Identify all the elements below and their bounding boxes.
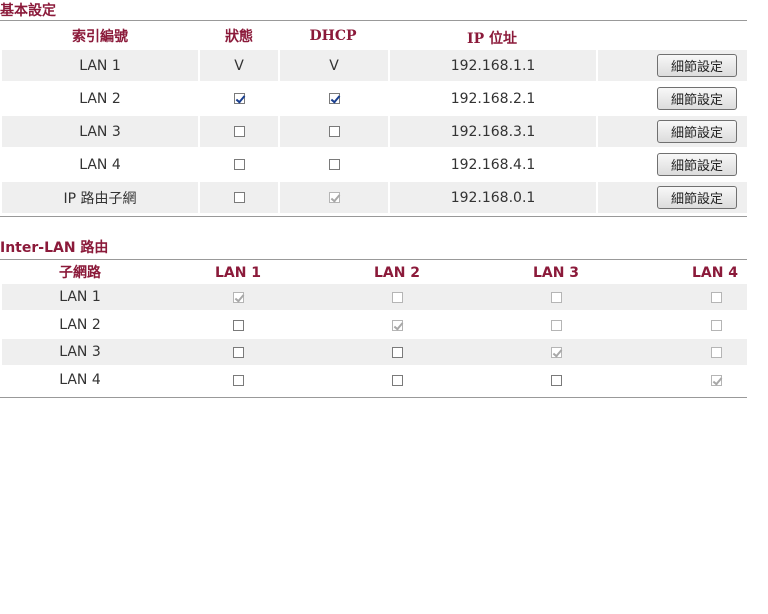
dhcp-checkbox[interactable] (328, 159, 340, 170)
row-name: LAN 4 (59, 372, 101, 388)
row-name: LAN 3 (2, 116, 198, 147)
table-row: LAN 4 192.168.4.1 細節設定 (2, 149, 747, 180)
route-checkbox (550, 319, 562, 331)
route-checkbox[interactable] (391, 374, 403, 386)
basic-settings-title: 基本設定 (0, 3, 56, 19)
route-checkbox[interactable] (232, 346, 244, 358)
row-name: LAN 1 (59, 289, 101, 305)
status-checkbox[interactable] (233, 93, 245, 104)
table-row: LAN 1 V V 192.168.1.1 細節設定 (2, 50, 747, 81)
row-name: LAN 3 (59, 344, 101, 360)
basic-top-divider (0, 20, 747, 21)
route-checkbox (391, 319, 403, 331)
header-dhcp: DHCP (309, 28, 357, 44)
row-name: LAN 2 (79, 90, 121, 107)
header-ip: IP 位址 (467, 31, 517, 47)
ip-address: 192.168.4.1 (450, 156, 536, 173)
route-checkbox (710, 291, 722, 303)
route-checkbox (710, 374, 722, 386)
detail-settings-button[interactable]: 細節設定 (657, 87, 737, 110)
dhcp-checkbox-disabled (328, 192, 340, 203)
row-name: LAN 4 (79, 156, 121, 173)
table-row: LAN 3 (2, 339, 747, 365)
route-checkbox (391, 291, 403, 303)
detail-settings-button[interactable]: 細節設定 (657, 120, 737, 143)
table-row: LAN 3 192.168.3.1 細節設定 (2, 116, 747, 147)
detail-cell: 細節設定 (598, 50, 747, 81)
detail-settings-button[interactable]: 細節設定 (657, 186, 737, 209)
ip-address: 192.168.2.1 (450, 90, 536, 107)
header-lan2: LAN 2 (373, 265, 421, 281)
ip-address: 192.168.0.1 (390, 182, 596, 213)
route-checkbox[interactable] (232, 374, 244, 386)
route-checkbox[interactable] (391, 346, 403, 358)
interlan-bottom-divider (0, 397, 747, 398)
route-checkbox[interactable] (232, 319, 244, 331)
interlan-title: Inter-LAN 路由 (0, 240, 109, 256)
route-checkbox (710, 319, 722, 331)
ip-address: 192.168.1.1 (390, 50, 596, 81)
status-checkbox[interactable] (233, 192, 245, 203)
row-name: IP 路由子網 (2, 182, 198, 213)
table-row: LAN 4 (2, 367, 747, 393)
table-row: LAN 1 (2, 284, 747, 310)
status-value: V (200, 50, 278, 81)
ip-address: 192.168.3.1 (390, 116, 596, 147)
header-lan1: LAN 1 (214, 265, 262, 281)
header-status: 狀態 (225, 29, 253, 45)
route-checkbox[interactable] (550, 374, 562, 386)
header-index: 索引編號 (72, 29, 128, 45)
header-lan3: LAN 3 (532, 265, 580, 281)
row-name: LAN 2 (59, 317, 101, 333)
detail-settings-button[interactable]: 細節設定 (657, 54, 737, 77)
detail-settings-button[interactable]: 細節設定 (657, 153, 737, 176)
table-row: IP 路由子網 192.168.0.1 細節設定 (2, 182, 747, 213)
dhcp-value: V (280, 50, 388, 81)
status-checkbox[interactable] (233, 126, 245, 137)
table-row: LAN 2 (2, 312, 747, 338)
route-checkbox (550, 346, 562, 358)
basic-bottom-divider (0, 216, 747, 217)
table-row: LAN 2 192.168.2.1 細節設定 (2, 83, 747, 114)
header-lan4: LAN 4 (691, 265, 739, 281)
row-name: LAN 1 (2, 50, 198, 81)
route-checkbox (550, 291, 562, 303)
status-checkbox[interactable] (233, 159, 245, 170)
interlan-top-divider (0, 259, 747, 260)
route-checkbox (710, 346, 722, 358)
route-checkbox (232, 291, 244, 303)
dhcp-checkbox[interactable] (328, 126, 340, 137)
header-subnet: 子網路 (59, 265, 101, 281)
dhcp-checkbox[interactable] (328, 93, 340, 104)
